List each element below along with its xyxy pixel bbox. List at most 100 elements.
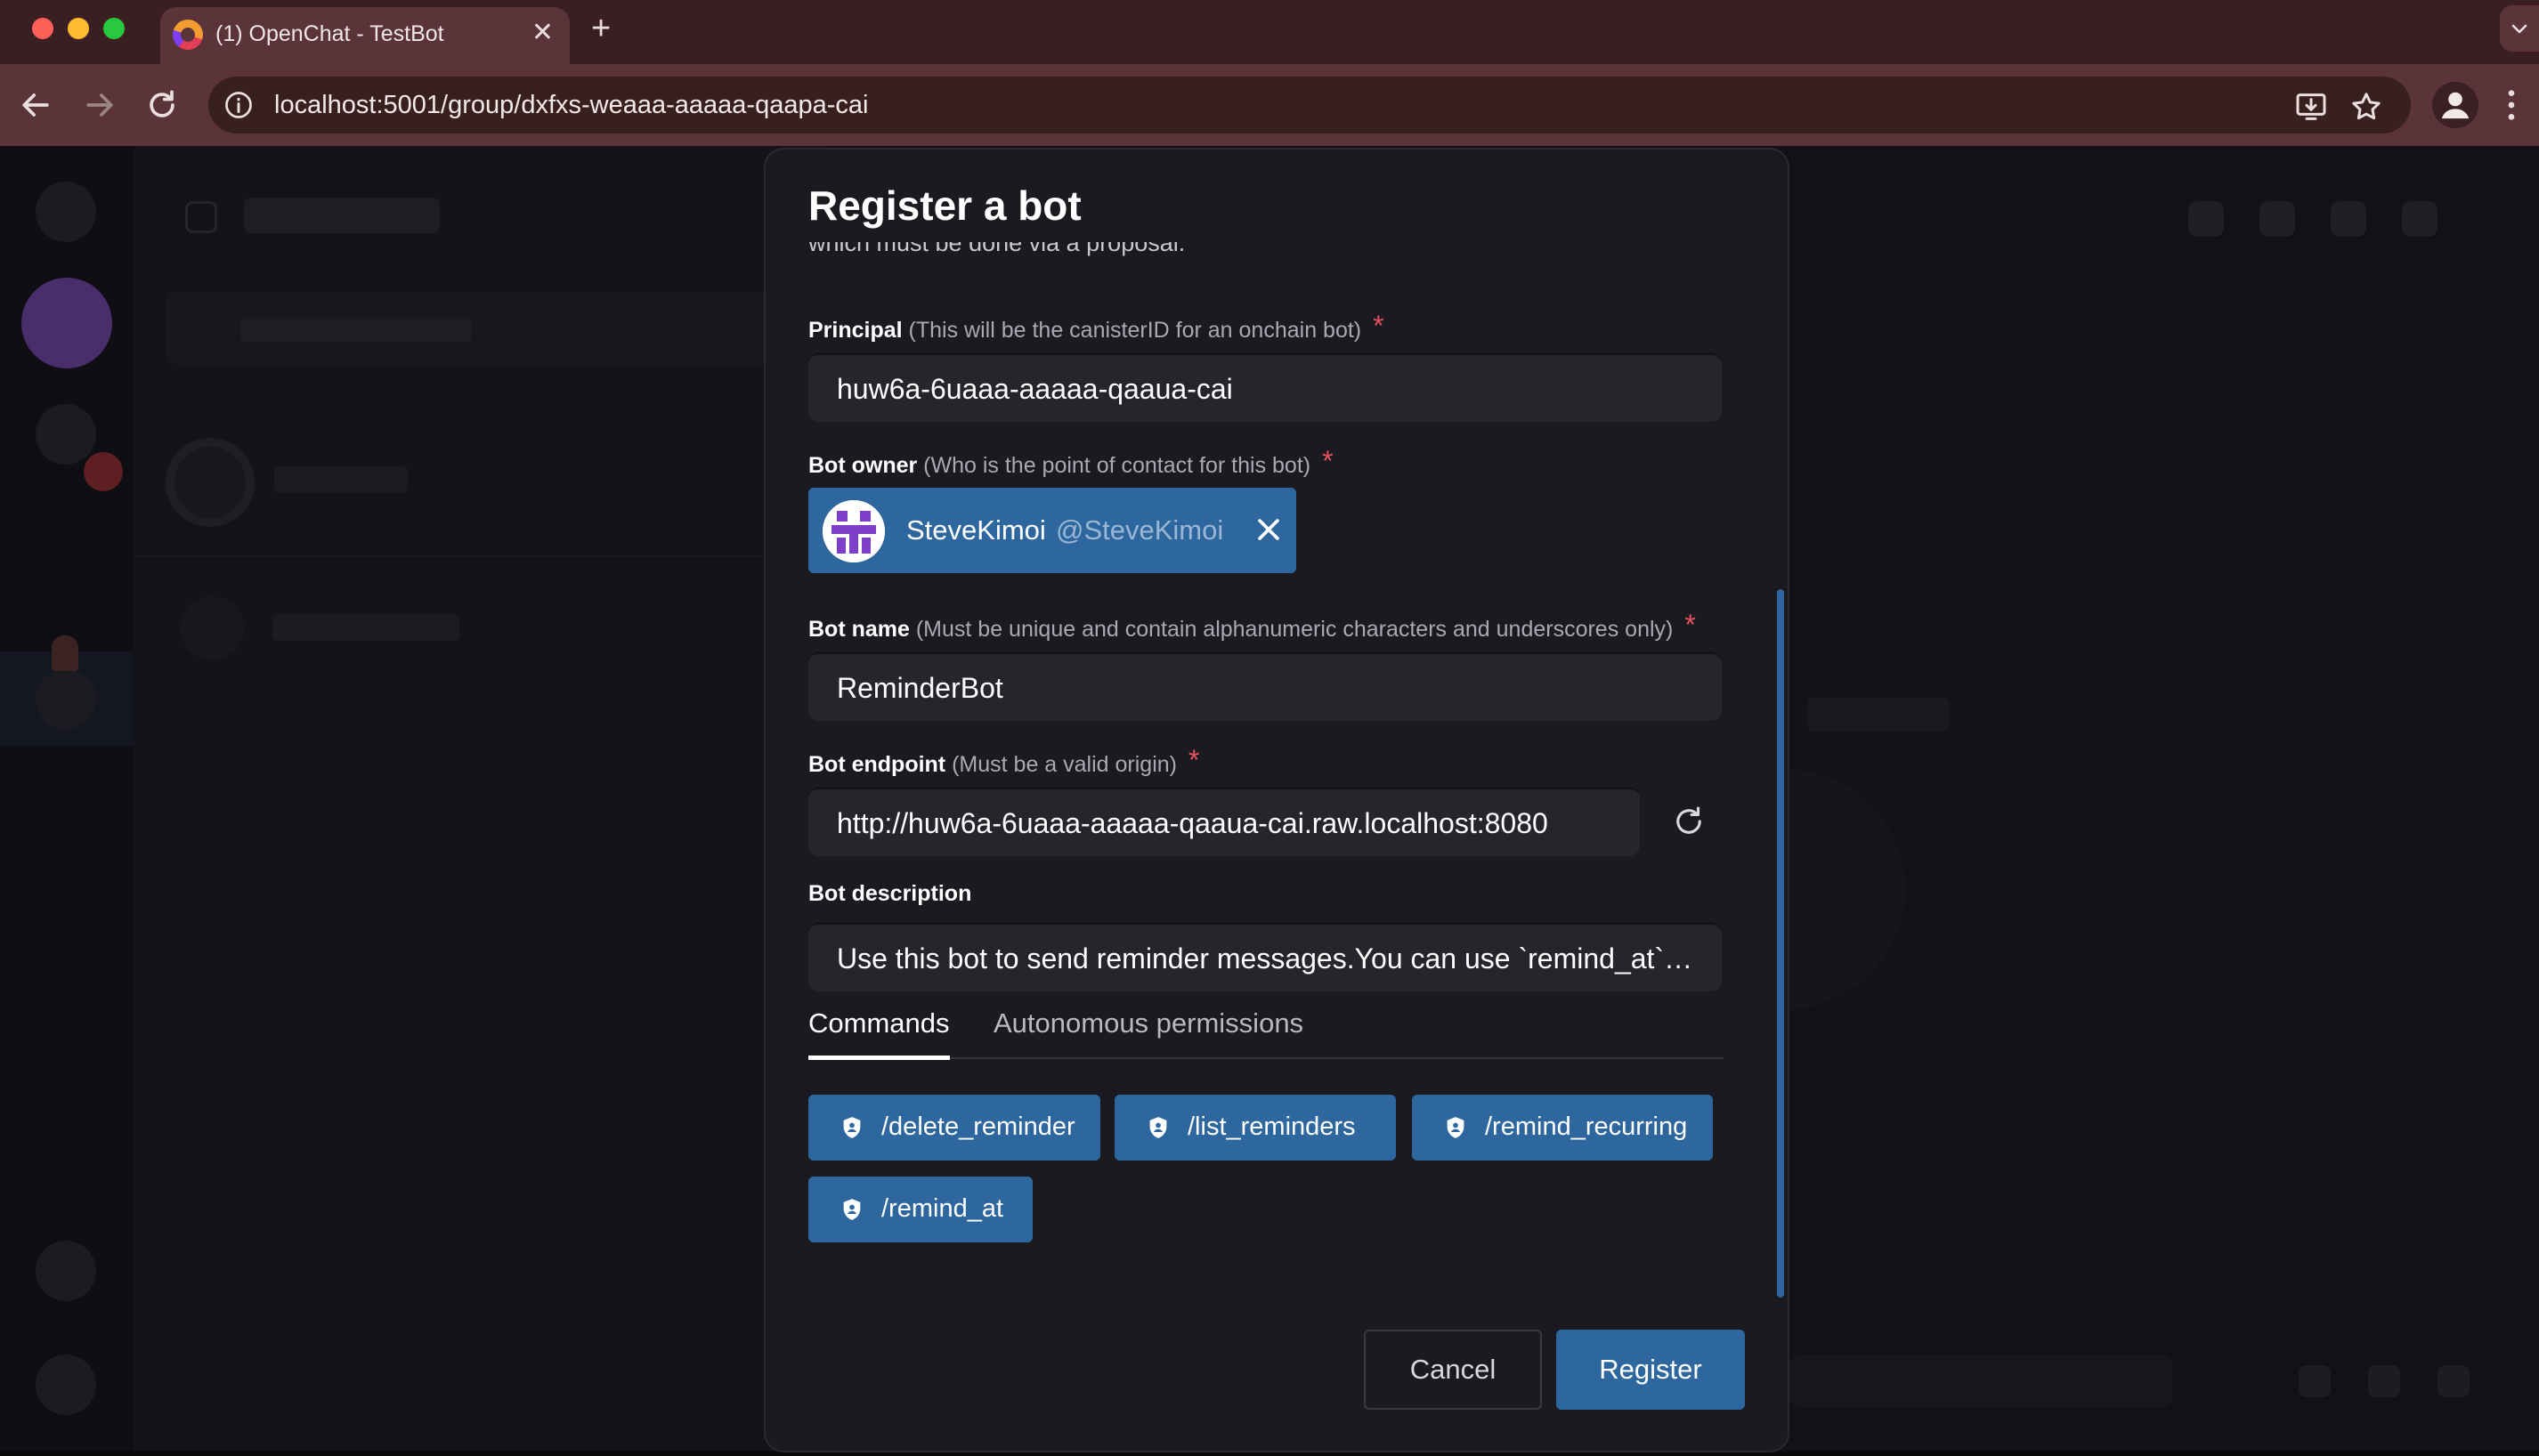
forward-button[interactable] — [80, 85, 119, 125]
register-bot-modal: Register a bot which must be done via a … — [764, 148, 1789, 1452]
tab-commands[interactable]: Commands — [808, 1007, 950, 1060]
command-chip-list-reminders[interactable]: /list_reminders — [1115, 1095, 1396, 1161]
cancel-button[interactable]: Cancel — [1364, 1330, 1542, 1410]
emoji-icon — [2299, 1365, 2331, 1397]
site-info-icon[interactable] — [223, 89, 255, 121]
attach-icon — [2368, 1365, 2400, 1397]
register-button[interactable]: Register — [1556, 1330, 1745, 1410]
chat-item-avatar — [166, 438, 255, 527]
principal-label-text: Principal — [808, 318, 903, 343]
window-minimize-button[interactable] — [68, 18, 89, 39]
back-button[interactable] — [16, 85, 55, 125]
bot-name-value: ReminderBot — [837, 672, 1003, 704]
forward-arrow-icon — [86, 93, 113, 117]
principal-label: Principal (This will be the canisterID f… — [808, 310, 1384, 344]
composer-input-placeholder — [1789, 1355, 2172, 1408]
tab-search-button[interactable] — [2500, 5, 2539, 52]
header-files-icon — [2259, 201, 2295, 237]
send-icon — [2438, 1365, 2470, 1397]
shield-icon — [843, 1117, 861, 1138]
chevron-down-icon — [2511, 24, 2527, 34]
window-close-button[interactable] — [32, 18, 53, 39]
bot-config-tabs: Commands Autonomous permissions — [808, 1006, 1724, 1060]
rail-unread-badge — [84, 452, 123, 491]
command-label: /remind_at — [881, 1194, 1004, 1223]
back-arrow-icon — [22, 93, 49, 117]
owner-username: @SteveKimoi — [1056, 514, 1224, 546]
command-chip-remind-recurring[interactable]: /remind_recurring — [1412, 1095, 1713, 1161]
refresh-icon[interactable] — [1670, 803, 1708, 840]
bot-description-value: Use this bot to send reminder messages.Y… — [837, 942, 1697, 975]
close-icon[interactable] — [1253, 514, 1284, 545]
bot-owner-label: Bot owner (Who is the point of contact f… — [808, 445, 1334, 480]
app-nav-rail — [0, 146, 134, 1456]
explore-groups-placeholder — [272, 614, 459, 641]
rail-group-chats-icon — [36, 669, 96, 730]
rail-home-icon — [36, 182, 96, 242]
bot-endpoint-hint: (Must be a valid origin) — [952, 752, 1177, 777]
principal-hint: (This will be the canisterID for an onch… — [908, 318, 1362, 343]
bot-name-label-text: Bot name — [808, 617, 910, 642]
bot-endpoint-required-mark: * — [1188, 744, 1200, 776]
header-search-icon — [2188, 201, 2224, 237]
bookmark-star-icon[interactable] — [2348, 89, 2384, 125]
bot-owner-required-mark: * — [1322, 445, 1334, 477]
bot-name-required-mark: * — [1684, 609, 1696, 641]
modal-title: Register a bot — [808, 182, 1082, 229]
bot-name-hint: (Must be unique and contain alphanumeric… — [915, 617, 1674, 642]
chat-item-name-placeholder — [274, 466, 408, 493]
tab-autonomous-permissions[interactable]: Autonomous permissions — [994, 1007, 1303, 1039]
principal-required-mark: * — [1373, 310, 1384, 342]
owner-avatar — [823, 500, 885, 562]
bot-endpoint-label-text: Bot endpoint — [808, 752, 946, 777]
chat-search-ghost — [240, 317, 472, 342]
chat-list-panel — [134, 146, 828, 1456]
reload-button[interactable] — [142, 85, 182, 125]
command-label: /remind_recurring — [1485, 1112, 1688, 1141]
install-app-icon[interactable] — [2293, 89, 2329, 125]
scrolled-intro-text: which must be done via a proposal. — [808, 242, 1186, 256]
reload-icon — [150, 90, 174, 117]
browser-tab[interactable]: (1) OpenChat - TestBot ✕ — [160, 7, 570, 64]
explore-groups-icon — [180, 596, 244, 660]
chat-list-divider — [134, 555, 828, 557]
rail-direct-chats-icon — [36, 404, 96, 465]
shield-icon — [1447, 1117, 1464, 1138]
modal-scrollbar[interactable] — [1777, 589, 1784, 1298]
bot-name-input[interactable]: ReminderBot — [808, 651, 1722, 721]
principal-input[interactable]: huw6a-6uaaa-aaaaa-qaaua-cai — [808, 352, 1722, 422]
shield-icon — [1149, 1117, 1167, 1138]
address-bar[interactable]: localhost:5001/group/dxfxs-weaaa-aaaaa-q… — [208, 77, 2411, 133]
chat-search-placeholder — [166, 292, 798, 365]
owner-display-name: SteveKimoi — [906, 514, 1046, 546]
new-tab-button[interactable]: + — [591, 9, 611, 48]
principal-value: huw6a-6uaaa-aaaaa-qaaua-cai — [837, 373, 1233, 405]
browser-tab-strip: (1) OpenChat - TestBot ✕ + — [0, 0, 2539, 64]
more-icon[interactable] — [2505, 87, 2518, 123]
owner-identicon — [823, 500, 885, 562]
bot-description-label-text: Bot description — [808, 881, 972, 906]
bot-description-label: Bot description — [808, 881, 971, 907]
openchat-favicon-icon — [173, 20, 203, 50]
profile-button[interactable] — [2432, 82, 2478, 128]
bot-owner-hint: (Who is the point of contact for this bo… — [923, 453, 1311, 478]
rail-user-avatar — [21, 278, 112, 368]
bot-name-label: Bot name (Must be unique and contain alp… — [808, 609, 1696, 643]
command-chip-delete-reminder[interactable]: /delete_reminder — [808, 1095, 1100, 1161]
command-chip-remind-at[interactable]: /remind_at — [808, 1177, 1033, 1242]
command-label: /list_reminders — [1188, 1112, 1356, 1141]
header-bot-icon — [2402, 201, 2438, 237]
rail-profile-icon — [36, 1355, 96, 1415]
tab-title: (1) OpenChat - TestBot — [215, 21, 444, 46]
rail-settings-icon — [36, 1241, 96, 1301]
window-zoom-button[interactable] — [103, 18, 125, 39]
command-label: /delete_reminder — [881, 1112, 1075, 1141]
tab-close-icon[interactable]: ✕ — [531, 18, 554, 48]
bot-endpoint-input[interactable]: http://huw6a-6uaaa-aaaaa-qaaua-cai.raw.l… — [808, 787, 1640, 856]
bot-description-input[interactable]: Use this bot to send reminder messages.Y… — [808, 922, 1722, 991]
bot-owner-label-text: Bot owner — [808, 453, 918, 478]
chat-welcome-title-placeholder — [1807, 698, 1950, 732]
shield-icon — [843, 1199, 861, 1220]
browser-toolbar: localhost:5001/group/dxfxs-weaaa-aaaaa-q… — [0, 64, 2539, 146]
profile-icon — [2441, 92, 2470, 119]
